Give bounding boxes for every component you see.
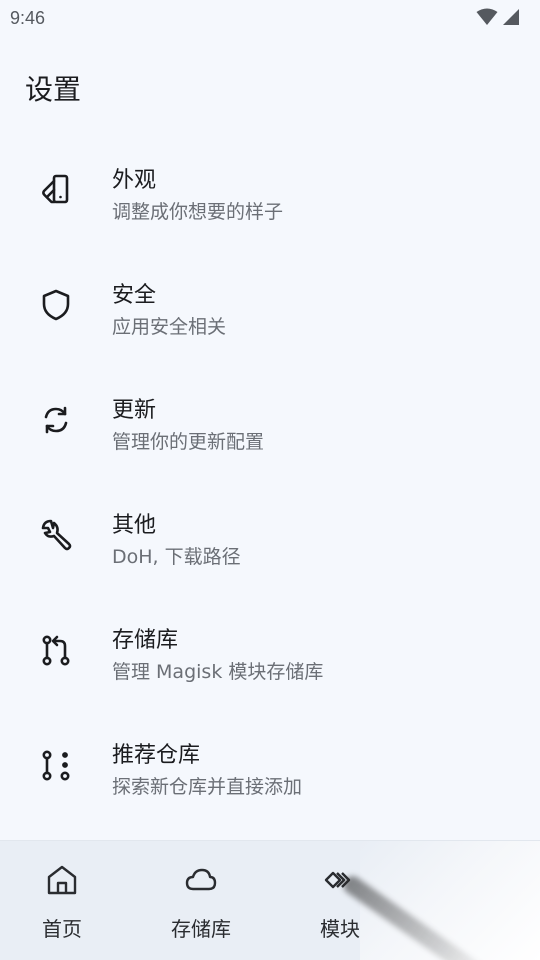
signal-icon (503, 9, 519, 25)
item-title: 推荐仓库 (112, 743, 201, 768)
nav-label: 存储库 (171, 917, 231, 941)
refresh-icon (38, 402, 74, 438)
settings-item-security[interactable]: 安全 应用安全相关 (0, 247, 540, 362)
repo-icon (38, 632, 74, 668)
wifi-icon (476, 8, 498, 25)
appearance-icon (38, 172, 74, 208)
status-time: 9:46 (10, 8, 46, 28)
home-icon (45, 863, 79, 897)
cloud-icon (184, 863, 218, 897)
nav-label: 首页 (42, 917, 82, 941)
item-subtitle: 应用安全相关 (112, 316, 227, 338)
item-title: 存储库 (112, 628, 179, 653)
bottom-navigation: 首页 存储库 模块 (0, 840, 540, 960)
shield-icon (38, 287, 74, 323)
recommended-repo-icon (38, 747, 74, 783)
status-icons (476, 8, 520, 26)
item-subtitle: 探索新仓库并直接添加 (112, 776, 303, 798)
item-subtitle: 调整成你想要的样子 (112, 201, 284, 223)
item-subtitle: 管理 Magisk 模块存储库 (112, 661, 324, 683)
settings-item-other[interactable]: 其他 DoH, 下载路径 (0, 477, 540, 592)
settings-item-recommended-repos[interactable]: 推荐仓库 探索新仓库并直接添加 (0, 707, 540, 822)
item-title: 外观 (112, 168, 157, 193)
settings-item-repositories[interactable]: 存储库 管理 Magisk 模块存储库 (0, 592, 540, 707)
item-subtitle: DoH, 下载路径 (112, 546, 241, 568)
item-title: 安全 (112, 283, 157, 308)
item-title: 其他 (112, 513, 157, 538)
settings-list: 外观 调整成你想要的样子 安全 应用安全相关 更新 管理你的更新配置 其他 Do… (0, 132, 540, 822)
wrench-icon (38, 517, 74, 553)
nav-repositories[interactable]: 存储库 (141, 841, 261, 960)
status-bar: 9:46 (0, 0, 540, 38)
item-title: 更新 (112, 398, 157, 423)
nav-home[interactable]: 首页 (2, 841, 122, 960)
settings-item-update[interactable]: 更新 管理你的更新配置 (0, 362, 540, 477)
item-subtitle: 管理你的更新配置 (112, 431, 265, 453)
settings-item-appearance[interactable]: 外观 调整成你想要的样子 (0, 132, 540, 247)
page-title: 设置 (25, 73, 82, 106)
